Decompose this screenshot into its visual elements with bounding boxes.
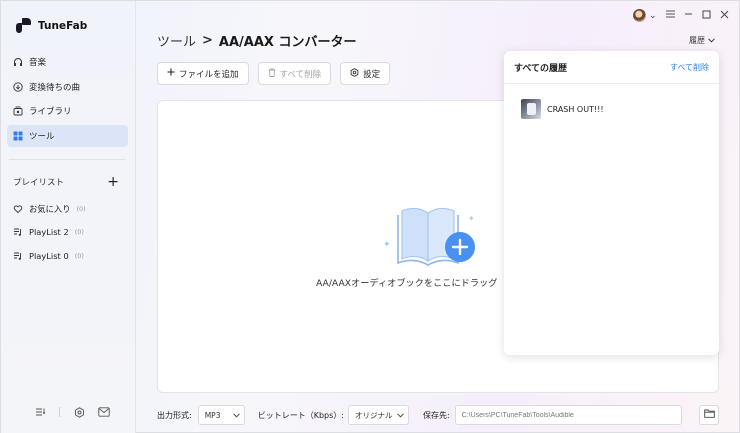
sidebar-item-label: 変換待ちの曲 xyxy=(29,82,81,93)
close-icon[interactable] xyxy=(720,10,729,22)
bitrate-label: ビットレート（Kbps）: xyxy=(257,410,344,420)
delete-all-button[interactable]: すべて削除 xyxy=(257,62,332,85)
add-playlist-icon[interactable]: + xyxy=(107,175,119,189)
playlist-header: プレイリスト + xyxy=(13,175,119,189)
sidebar-item-label: ツール xyxy=(29,131,55,142)
heart-icon xyxy=(13,204,23,214)
add-file-label: ファイルを追加 xyxy=(179,69,239,80)
gear-icon xyxy=(350,67,359,80)
chevron-down-icon: ⌄ xyxy=(649,10,657,21)
playlist-item-2[interactable]: PlayList 2 (0) xyxy=(7,221,128,245)
chevron-down-icon xyxy=(708,36,715,45)
browse-folder-button[interactable] xyxy=(699,405,719,425)
app-window: TuneFab 音楽 変換待ちの曲 ライブラリ ツール プレイリスト + お気に… xyxy=(0,0,740,433)
delete-all-label: すべて削除 xyxy=(279,69,322,80)
sidebar-item-library[interactable]: ライブラリ xyxy=(7,100,128,122)
history-button[interactable]: 履歴 xyxy=(689,35,715,46)
history-panel-header: すべての履歴 すべて削除 xyxy=(504,51,719,84)
playlist-header-label: プレイリスト xyxy=(13,178,65,188)
queue-list-icon[interactable] xyxy=(34,406,46,418)
settings-button[interactable]: 設定 xyxy=(340,62,391,85)
save-path-input[interactable] xyxy=(454,405,682,425)
playlist-icon xyxy=(13,251,23,261)
book-add-illustration-icon: ✦ ✦ xyxy=(383,207,475,266)
folder-icon xyxy=(703,409,715,421)
account-menu[interactable]: ⌄ xyxy=(633,9,657,22)
sidebar-divider xyxy=(9,159,125,160)
sidebar-item-pending[interactable]: 変換待ちの曲 xyxy=(7,76,128,98)
svg-text:✦: ✦ xyxy=(468,214,475,223)
sidebar-bottom-bar xyxy=(34,406,110,418)
sidebar: TuneFab 音楽 変換待ちの曲 ライブラリ ツール プレイリスト + お気に… xyxy=(1,1,136,433)
playlist-count: (0) xyxy=(74,251,84,260)
plus-icon xyxy=(167,68,175,79)
grid-icon xyxy=(13,131,23,141)
playlist-icon xyxy=(13,227,23,237)
add-file-button[interactable]: ファイルを追加 xyxy=(157,62,249,85)
playlist-label: PlayList 0 xyxy=(29,250,69,261)
playlist-label: お気に入り xyxy=(29,203,71,214)
format-select[interactable]: MP3 xyxy=(197,405,245,425)
format-label: 出力形式: xyxy=(157,410,192,420)
sidebar-nav: 音楽 変換待ちの曲 ライブラリ ツール xyxy=(7,51,128,149)
download-icon xyxy=(13,81,23,92)
breadcrumb-parent[interactable]: ツール xyxy=(157,31,196,50)
sidebar-item-label: ライブラリ xyxy=(29,107,72,117)
brand: TuneFab xyxy=(15,17,87,34)
playlist-count: (0) xyxy=(76,204,86,213)
app-name: TuneFab xyxy=(38,19,88,32)
history-panel-title: すべての履歴 xyxy=(514,63,568,74)
breadcrumb-separator: > xyxy=(202,33,213,48)
chevron-down-icon xyxy=(397,411,404,420)
history-item[interactable]: CRASH OUT!!! xyxy=(521,99,604,119)
playlist-count: (0) xyxy=(74,228,84,237)
sidebar-bottom-divider xyxy=(59,407,60,417)
mail-icon[interactable] xyxy=(98,406,110,418)
svg-text:✦: ✦ xyxy=(383,240,391,250)
album-art-thumbnail xyxy=(521,99,541,119)
playlist-item-0[interactable]: PlayList 0 (0) xyxy=(7,244,128,268)
minimize-icon[interactable] xyxy=(684,10,693,21)
page-title: AA/AAX コンバーター xyxy=(218,35,357,50)
sidebar-item-tools[interactable]: ツール xyxy=(7,124,128,147)
avatar xyxy=(633,9,646,22)
trash-icon xyxy=(268,68,276,80)
sidebar-item-music[interactable]: 音楽 xyxy=(7,51,128,73)
playlist-list: お気に入り (0) PlayList 2 (0) PlayList 0 (0) xyxy=(7,197,128,268)
settings-label: 設定 xyxy=(363,69,381,80)
format-value: MP3 xyxy=(204,410,221,420)
toolbar: ファイルを追加 すべて削除 設定 xyxy=(157,62,391,85)
sidebar-item-label: 音楽 xyxy=(29,58,47,68)
playlist-item-favorites[interactable]: お気に入り (0) xyxy=(7,197,128,221)
playlist-label: PlayList 2 xyxy=(29,227,69,238)
output-settings-bar: 出力形式: MP3 ビットレート（Kbps）: オリジナル 保存先: xyxy=(157,405,682,425)
chevron-down-icon xyxy=(232,411,240,420)
window-controls: ⌄ xyxy=(633,9,729,22)
headphones-icon xyxy=(13,57,23,67)
history-item-name: CRASH OUT!!! xyxy=(547,104,604,114)
history-clear-all-button[interactable]: すべて削除 xyxy=(670,62,709,73)
maximize-icon[interactable] xyxy=(702,10,711,22)
tunefab-logo-icon xyxy=(15,17,32,34)
history-label: 履歴 xyxy=(689,36,705,45)
bitrate-value: オリジナル xyxy=(354,410,393,420)
drop-instruction: AA/AAXオーディオブックをここにドラッグ xyxy=(316,278,498,289)
history-panel: すべての履歴 すべて削除 CRASH OUT!!! xyxy=(504,51,719,355)
breadcrumb: ツール > AA/AAX コンバーター xyxy=(157,31,356,50)
menu-icon[interactable] xyxy=(665,10,675,21)
settings-hex-icon[interactable] xyxy=(73,406,85,418)
bitrate-select[interactable]: オリジナル xyxy=(347,405,409,425)
library-icon xyxy=(13,106,23,116)
save-label: 保存先: xyxy=(422,410,450,420)
